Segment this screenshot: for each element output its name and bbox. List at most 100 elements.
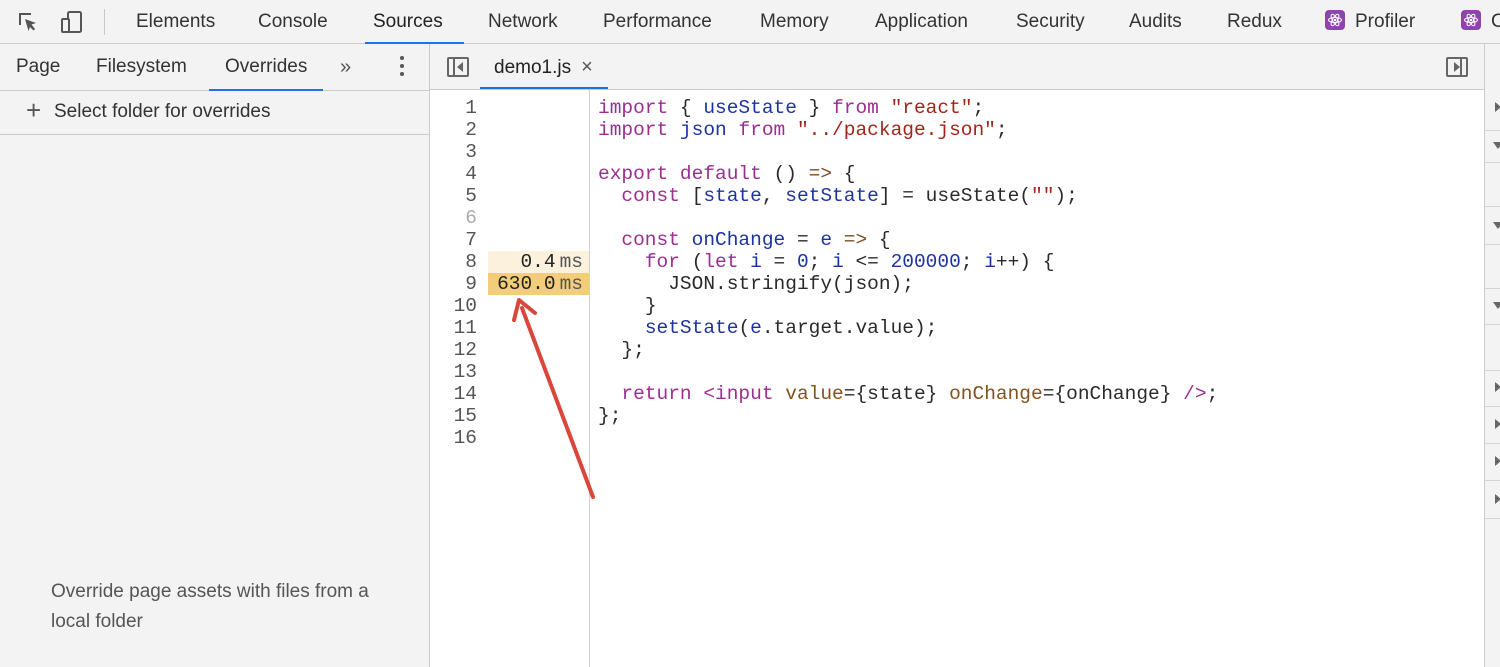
expand-triangle-icon[interactable] — [1495, 102, 1500, 112]
code-text: }; — [621, 339, 645, 361]
code-line: 2 import json from "../package.json"; — [430, 119, 1484, 141]
section-divider — [1485, 206, 1500, 207]
more-tabs-chevron-icon[interactable]: » — [340, 44, 351, 90]
inspect-element-icon[interactable] — [16, 10, 40, 34]
line-number[interactable]: 6 — [430, 207, 477, 229]
tab-overrides[interactable]: Overrides — [209, 44, 324, 91]
devtools-toolbar: Elements Console Sources Network Perform… — [0, 0, 1500, 44]
code-text: }; — [598, 405, 622, 427]
tab-console[interactable]: Console — [258, 0, 328, 44]
tab-network[interactable]: Network — [488, 0, 558, 44]
code-text: for (let i = 0; i <= 200000; i++) { — [644, 251, 1055, 273]
tab-redux[interactable]: Redux — [1227, 0, 1282, 44]
react-icon — [1461, 10, 1481, 30]
collapse-triangle-icon[interactable] — [1493, 142, 1500, 149]
toggle-debugger-icon[interactable] — [1446, 57, 1468, 77]
code-text: const onChange = e => { — [621, 229, 891, 251]
code-line: 16 — [430, 427, 1484, 449]
sources-navigator: Page Filesystem Overrides » + Select fol… — [0, 44, 430, 667]
code-line: 15 }; — [430, 405, 1484, 427]
code-text: JSON.stringify(json); — [668, 273, 914, 295]
close-icon[interactable]: × — [581, 56, 593, 78]
code-text: export default () => { — [598, 163, 856, 185]
toolbar-divider — [104, 9, 105, 35]
code-text: return <input value={state} onChange={on… — [621, 383, 1219, 405]
react-icon — [1325, 10, 1345, 30]
toggle-navigator-icon[interactable] — [447, 57, 469, 77]
expand-triangle-icon[interactable] — [1495, 494, 1500, 504]
code-text: import json from "../package.json"; — [598, 119, 1008, 141]
section-divider — [1485, 324, 1500, 325]
line-number[interactable]: 7 — [430, 229, 477, 251]
tab-profiler[interactable]: Profiler — [1325, 0, 1415, 44]
section-divider — [1485, 130, 1500, 131]
kebab-menu-icon[interactable] — [399, 56, 405, 80]
code-line: 10 } — [430, 295, 1484, 317]
line-number[interactable]: 16 — [430, 427, 477, 449]
code-line: 4 export default () => { — [430, 163, 1484, 185]
line-number[interactable]: 3 — [430, 141, 477, 163]
line-number[interactable]: 4 — [430, 163, 477, 185]
code-text: setState(e.target.value); — [644, 317, 938, 339]
file-tab-label: demo1.js — [494, 57, 572, 78]
line-number[interactable]: 15 — [430, 405, 477, 427]
code-line: 13 — [430, 361, 1484, 383]
section-divider — [1485, 288, 1500, 289]
device-toolbar-icon[interactable] — [60, 10, 84, 34]
code-text: } — [644, 295, 657, 317]
plus-icon: + — [26, 95, 42, 125]
tab-components[interactable]: C — [1461, 0, 1500, 44]
tab-sources[interactable]: Sources — [365, 0, 464, 44]
tab-security[interactable]: Security — [1016, 0, 1085, 44]
expand-triangle-icon[interactable] — [1495, 382, 1500, 392]
code-line: 6 — [430, 207, 1484, 229]
editor-tabstrip: demo1.js × — [430, 44, 1484, 90]
tab-application[interactable]: Application — [875, 0, 968, 44]
section-divider — [1485, 406, 1500, 407]
section-divider — [1485, 443, 1500, 444]
line-timing-badge: 0.4 ms — [488, 251, 589, 273]
code-line: 11 setState(e.target.value); — [430, 317, 1484, 339]
line-number[interactable]: 5 — [430, 185, 477, 207]
line-number[interactable]: 8 — [430, 251, 477, 273]
section-divider — [1485, 162, 1500, 163]
tab-memory[interactable]: Memory — [760, 0, 829, 44]
tab-page[interactable]: Page — [16, 44, 60, 90]
tab-elements[interactable]: Elements — [136, 0, 215, 44]
code-line: 14 return <input value={state} onChange=… — [430, 383, 1484, 405]
source-editor: demo1.js × 1 import { useState } from "re… — [430, 44, 1484, 667]
select-folder-label: Select folder for overrides — [54, 101, 271, 122]
active-tab-indicator — [480, 87, 608, 89]
code-line: 5 const [state, setState] = useState("")… — [430, 185, 1484, 207]
line-number[interactable]: 1 — [430, 97, 477, 119]
collapse-triangle-icon[interactable] — [1493, 222, 1500, 229]
tab-audits[interactable]: Audits — [1129, 0, 1182, 44]
code-text: import { useState } from "react"; — [598, 97, 985, 119]
section-divider — [1485, 518, 1500, 519]
line-number[interactable]: 14 — [430, 383, 477, 405]
debugger-sidebar-edge — [1484, 44, 1500, 667]
code-line: 1 import { useState } from "react"; — [430, 97, 1484, 119]
line-timing-badge: 630.0 ms — [488, 273, 589, 295]
tab-performance[interactable]: Performance — [603, 0, 712, 44]
line-number[interactable]: 10 — [430, 295, 477, 317]
code-line: 12 }; — [430, 339, 1484, 361]
line-number[interactable]: 11 — [430, 317, 477, 339]
line-number[interactable]: 9 — [430, 273, 477, 295]
section-divider — [1485, 480, 1500, 481]
line-number[interactable]: 12 — [430, 339, 477, 361]
line-number[interactable]: 2 — [430, 119, 477, 141]
collapse-triangle-icon[interactable] — [1493, 302, 1500, 309]
tab-filesystem[interactable]: Filesystem — [96, 44, 187, 90]
code-line: 3 — [430, 141, 1484, 163]
code-line: 8 0.4 ms for (let i = 0; i <= 200000; i++… — [430, 251, 1484, 273]
expand-triangle-icon[interactable] — [1495, 419, 1500, 429]
editor-tab-demo1[interactable]: demo1.js × — [480, 44, 608, 89]
code-line: 7 const onChange = e => { — [430, 229, 1484, 251]
code-text: const [state, setState] = useState(""); — [621, 185, 1078, 207]
overrides-empty-message: Override page assets with files from a l… — [51, 581, 369, 632]
select-folder-button[interactable]: + Select folder for overrides — [0, 91, 429, 135]
expand-triangle-icon[interactable] — [1495, 456, 1500, 466]
line-number[interactable]: 13 — [430, 361, 477, 383]
code-line: 9 630.0 ms JSON.stringify(json); — [430, 273, 1484, 295]
